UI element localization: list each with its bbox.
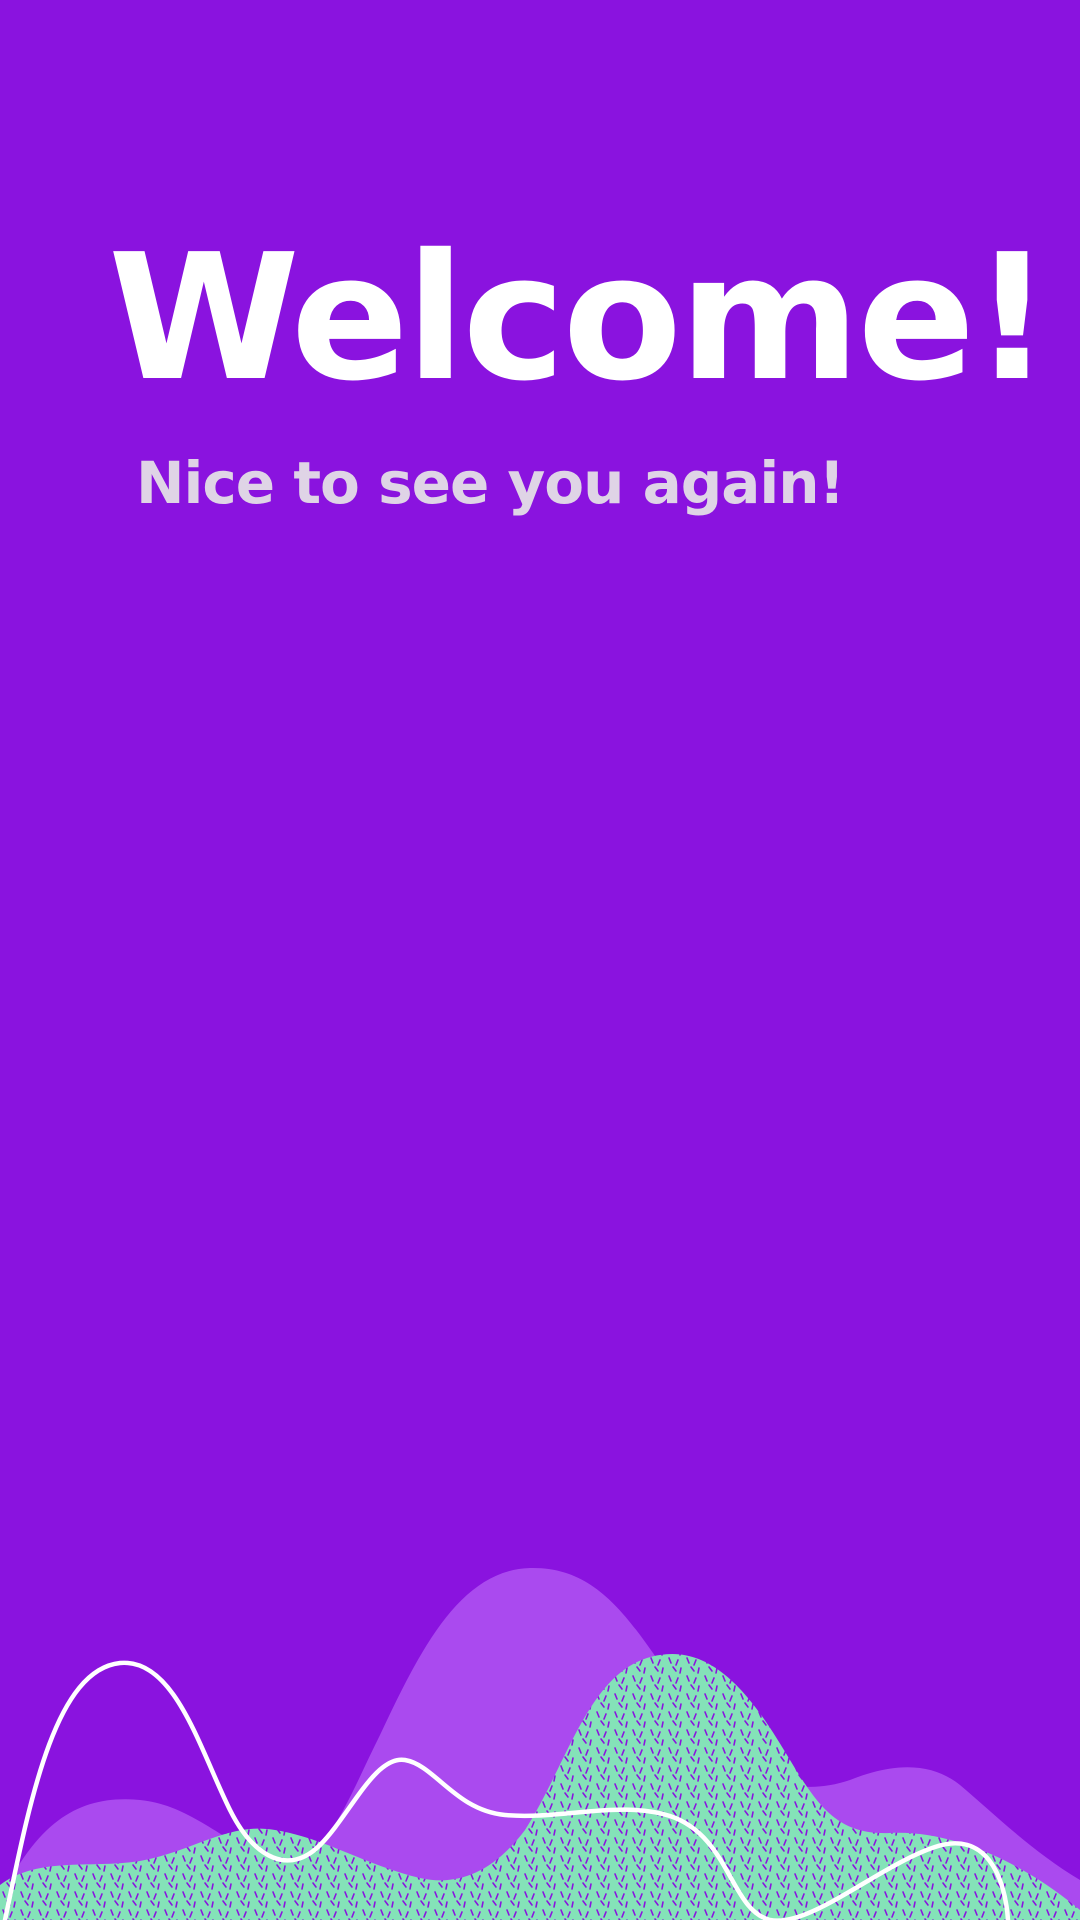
wave-illustration bbox=[0, 1567, 1080, 1920]
welcome-screen: Welcome! Nice to see you again! bbox=[0, 0, 1080, 1920]
welcome-title: Welcome! bbox=[108, 217, 1052, 420]
welcome-subtitle: Nice to see you again! bbox=[136, 449, 845, 517]
